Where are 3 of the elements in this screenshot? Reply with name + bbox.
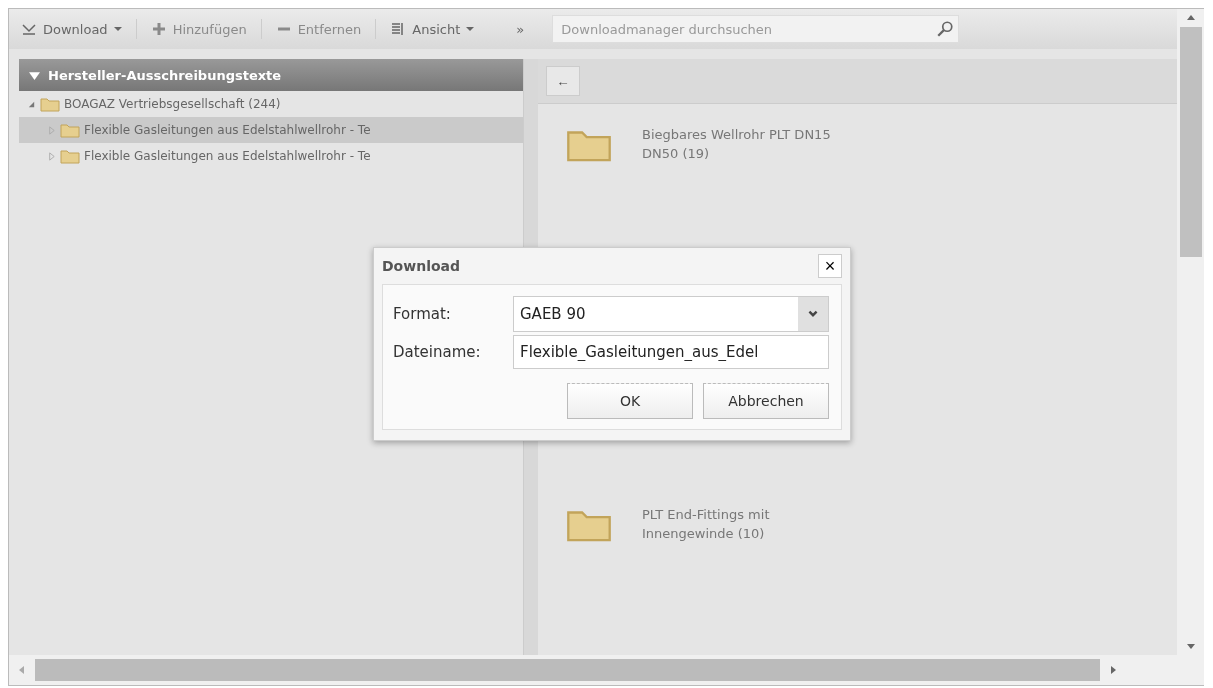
field-label: Dateiname:: [393, 343, 482, 361]
dialog-title: Download: [382, 258, 461, 274]
field-label: Format:: [393, 305, 452, 323]
